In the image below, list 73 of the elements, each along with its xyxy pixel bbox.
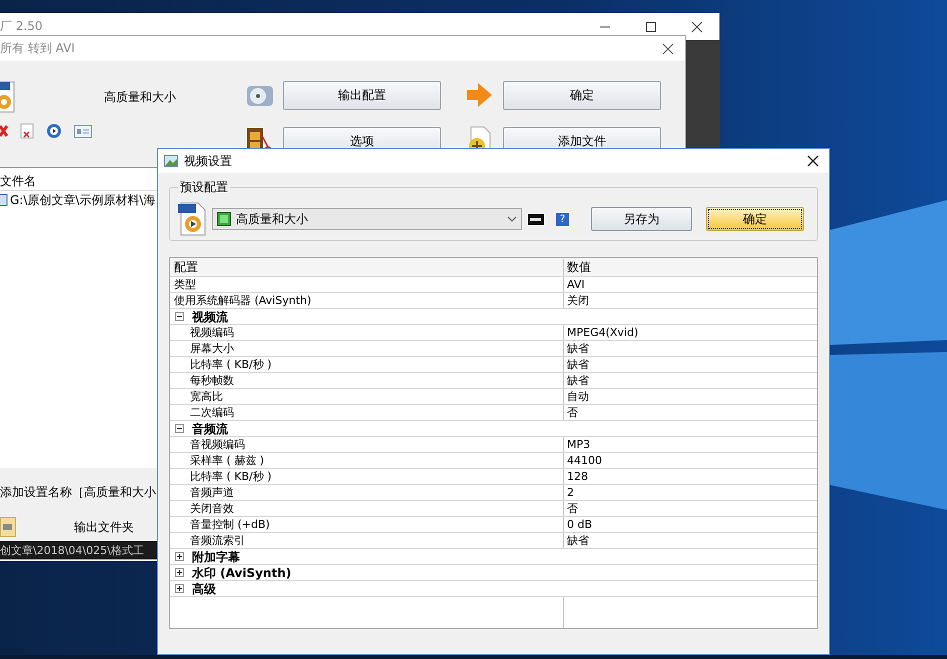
video-file-icon bbox=[0, 194, 8, 206]
property-value[interactable]: 44100 bbox=[564, 453, 602, 468]
file-path[interactable]: G:\原创文章\示例原材料\海 bbox=[10, 192, 156, 208]
column-header: 数值 bbox=[566, 258, 591, 276]
video-file-icon bbox=[178, 202, 206, 236]
property-value[interactable]: 缺省 bbox=[564, 357, 589, 372]
chevron-down-icon[interactable] bbox=[507, 216, 517, 222]
folder-icon bbox=[3, 522, 13, 532]
property-value[interactable]: MPEG4(Xvid) bbox=[564, 325, 638, 340]
category-name: 水印 (AviSynth) bbox=[192, 564, 292, 580]
collapse-icon[interactable] bbox=[175, 424, 184, 433]
property-name: 比特率 ( KB/秒 ) bbox=[170, 357, 564, 372]
close-icon[interactable] bbox=[691, 20, 703, 32]
picture-icon bbox=[164, 155, 178, 167]
property-name: 每秒帧数 bbox=[170, 373, 564, 388]
settings-name-label: 添加设置名称［高质量和大小 bbox=[0, 484, 156, 501]
property-value[interactable]: MP3 bbox=[564, 437, 590, 452]
property-name: 视频编码 bbox=[170, 325, 564, 340]
property-value[interactable]: 否 bbox=[564, 405, 578, 420]
category-name: 附加字幕 bbox=[192, 548, 240, 564]
output-folder-button[interactable] bbox=[0, 517, 16, 537]
column-header: 配置 bbox=[170, 258, 564, 276]
delete-icon[interactable] bbox=[0, 125, 8, 137]
property-name: 宽高比 bbox=[170, 389, 564, 404]
property-name: 类型 bbox=[170, 277, 564, 292]
preset-dropdown[interactable]: 高质量和大小 bbox=[212, 208, 522, 230]
property-name: 音量控制 (+dB) bbox=[170, 517, 564, 532]
expand-icon[interactable] bbox=[175, 552, 184, 561]
category-name: 视频流 bbox=[192, 308, 228, 324]
film-icon bbox=[217, 212, 231, 226]
property-name: 二次编码 bbox=[170, 405, 564, 420]
dialog-button[interactable]: 确定 bbox=[706, 207, 804, 231]
category-name: 音频流 bbox=[192, 420, 228, 436]
window-title: 厂 2.50 bbox=[0, 18, 43, 35]
property-value[interactable]: 关闭 bbox=[564, 293, 589, 308]
property-name: 音频流索引 bbox=[170, 533, 564, 548]
property-value[interactable]: 2 bbox=[564, 485, 574, 500]
id-card-icon[interactable] bbox=[74, 124, 92, 138]
property-value[interactable]: 缺省 bbox=[564, 533, 589, 548]
property-name: 采样率 ( 赫兹 ) bbox=[170, 453, 564, 468]
file-remove-icon[interactable] bbox=[20, 123, 34, 139]
category-name: 高级 bbox=[192, 580, 216, 596]
property-value[interactable]: AVI bbox=[564, 277, 585, 292]
close-icon[interactable] bbox=[807, 155, 819, 167]
expand-icon[interactable] bbox=[175, 568, 184, 577]
property-name: 比特率 ( KB/秒 ) bbox=[170, 469, 564, 484]
dialog-button[interactable]: 另存为 bbox=[591, 207, 692, 231]
property-value[interactable]: 缺省 bbox=[564, 341, 589, 356]
console-icon[interactable] bbox=[528, 214, 544, 224]
property-name: 音频声道 bbox=[170, 485, 564, 500]
maximize-icon[interactable] bbox=[645, 20, 657, 32]
path-text: 创文章\2018\04\025\格式工 bbox=[0, 544, 144, 557]
property-value[interactable]: 缺省 bbox=[564, 373, 589, 388]
property-name: 屏幕大小 bbox=[170, 341, 564, 356]
output-folder-label: 输出文件夹 bbox=[74, 518, 134, 536]
property-value[interactable]: 0 dB bbox=[564, 517, 592, 532]
property-name: 关闭音效 bbox=[170, 501, 564, 516]
video-file-icon bbox=[0, 80, 16, 114]
help-icon[interactable]: ? bbox=[556, 212, 569, 226]
property-name: 音视频编码 bbox=[170, 437, 564, 452]
preset-name: 高质量和大小 bbox=[104, 88, 176, 106]
property-value[interactable]: 自动 bbox=[564, 389, 589, 404]
dialog-title: 所有 转到 AVI bbox=[0, 40, 75, 57]
property-name: 使用系统解码器 (AviSynth) bbox=[170, 293, 564, 308]
action-button[interactable]: 输出配置 bbox=[283, 80, 441, 110]
property-value[interactable]: 128 bbox=[564, 469, 588, 484]
property-value[interactable]: 否 bbox=[564, 501, 578, 516]
collapse-icon[interactable] bbox=[175, 312, 184, 321]
close-icon[interactable] bbox=[662, 42, 674, 54]
dialog-title: 视频设置 bbox=[184, 152, 233, 170]
action-button[interactable]: 确定 bbox=[503, 80, 661, 110]
media-disc-icon[interactable] bbox=[46, 123, 62, 139]
expand-icon[interactable] bbox=[175, 584, 184, 593]
